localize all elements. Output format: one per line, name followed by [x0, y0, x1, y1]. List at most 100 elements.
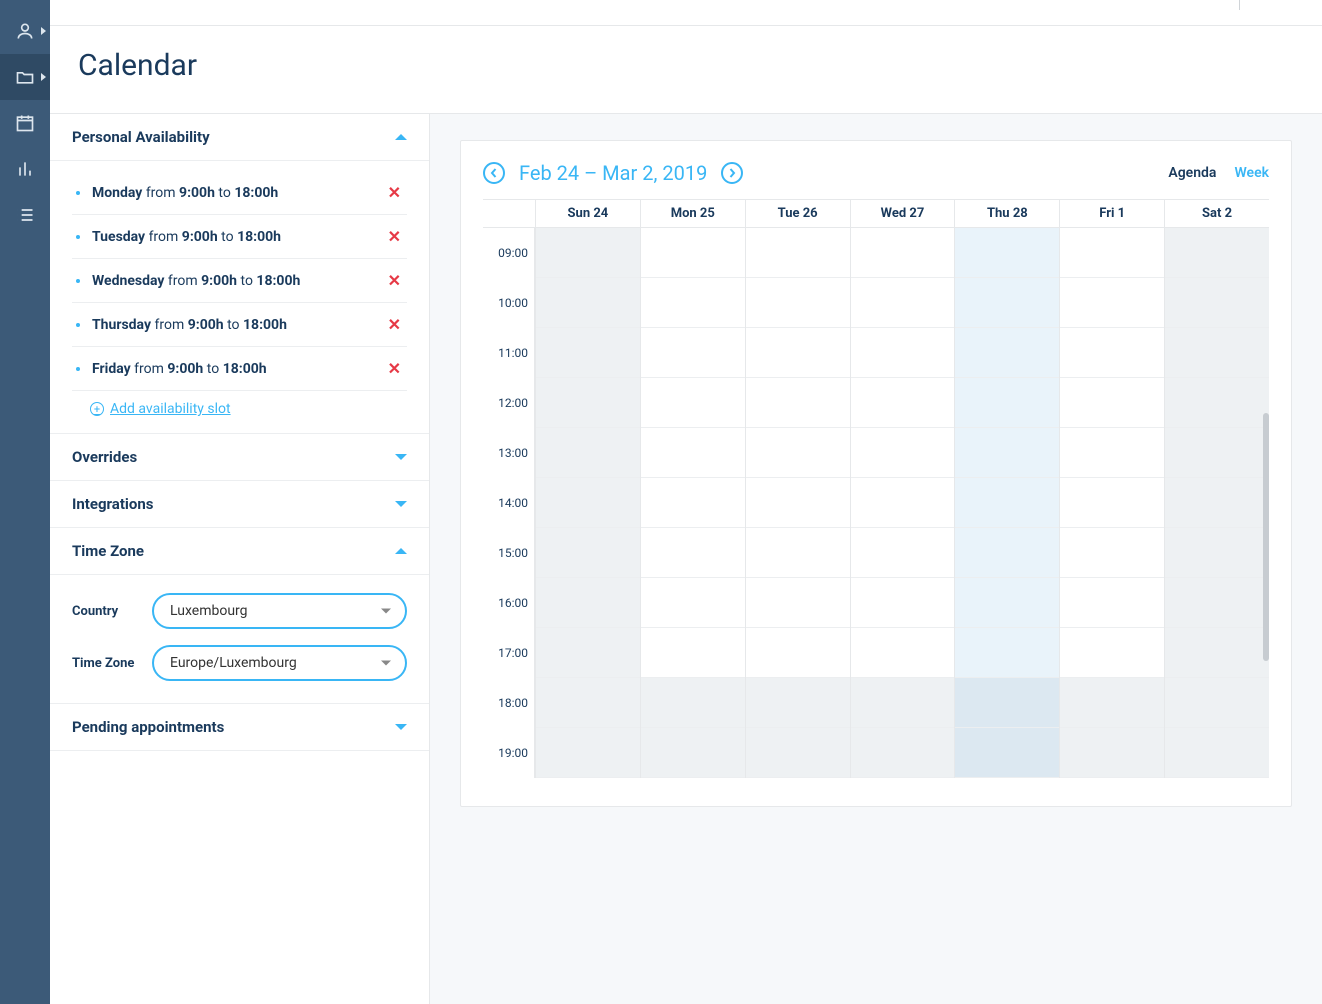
calendar-slot[interactable] — [1165, 228, 1269, 278]
calendar-slot[interactable] — [1165, 728, 1269, 778]
calendar-slot[interactable] — [955, 678, 1059, 728]
calendar-slot[interactable] — [955, 578, 1059, 628]
calendar-slot[interactable] — [641, 728, 745, 778]
calendar-slot[interactable] — [1165, 628, 1269, 678]
calendar-slot[interactable] — [851, 378, 955, 428]
calendar-slot[interactable] — [1165, 278, 1269, 328]
calendar-slot[interactable] — [1165, 578, 1269, 628]
calendar-slot[interactable] — [641, 578, 745, 628]
calendar-slot[interactable] — [1060, 678, 1164, 728]
calendar-slot[interactable] — [1060, 578, 1164, 628]
calendar-slot[interactable] — [851, 578, 955, 628]
calendar-slot[interactable] — [746, 478, 850, 528]
calendar-slot[interactable] — [851, 628, 955, 678]
calendar-slot[interactable] — [1060, 428, 1164, 478]
prev-week-button[interactable] — [483, 162, 505, 184]
calendar-slot[interactable] — [641, 328, 745, 378]
calendar-slot[interactable] — [746, 528, 850, 578]
calendar-slot[interactable] — [1165, 328, 1269, 378]
delete-slot-button[interactable]: ✕ — [382, 315, 407, 334]
calendar-slot[interactable] — [955, 528, 1059, 578]
calendar-slot[interactable] — [641, 428, 745, 478]
calendar-slot[interactable] — [536, 728, 640, 778]
calendar-slot[interactable] — [536, 478, 640, 528]
calendar-slot[interactable] — [1165, 528, 1269, 578]
calendar-slot[interactable] — [851, 728, 955, 778]
calendar-slot[interactable] — [1165, 678, 1269, 728]
nav-profile[interactable] — [0, 8, 50, 54]
calendar-slot[interactable] — [536, 278, 640, 328]
overrides-header[interactable]: Overrides — [50, 434, 429, 481]
calendar-slot[interactable] — [1060, 628, 1164, 678]
calendar-slot[interactable] — [536, 228, 640, 278]
calendar-slot[interactable] — [746, 628, 850, 678]
calendar-slot[interactable] — [955, 328, 1059, 378]
calendar-slot[interactable] — [1060, 478, 1164, 528]
calendar-slot[interactable] — [746, 328, 850, 378]
calendar-slot[interactable] — [851, 328, 955, 378]
delete-slot-button[interactable]: ✕ — [382, 271, 407, 290]
calendar-slot[interactable] — [746, 228, 850, 278]
calendar-slot[interactable] — [1165, 478, 1269, 528]
timezone-header[interactable]: Time Zone — [50, 528, 429, 575]
availability-header[interactable]: Personal Availability — [50, 114, 429, 161]
delete-slot-button[interactable]: ✕ — [382, 183, 407, 202]
calendar-slot[interactable] — [1060, 278, 1164, 328]
nav-calendar[interactable] — [0, 100, 50, 146]
calendar-slot[interactable] — [851, 478, 955, 528]
calendar-slot[interactable] — [746, 728, 850, 778]
calendar-slot[interactable] — [536, 578, 640, 628]
next-week-button[interactable] — [721, 162, 743, 184]
calendar-slot[interactable] — [641, 278, 745, 328]
pending-header[interactable]: Pending appointments — [50, 704, 429, 751]
calendar-slot[interactable] — [851, 528, 955, 578]
calendar-slot[interactable] — [955, 628, 1059, 678]
timezone-select[interactable]: Europe/Luxembourg — [152, 645, 407, 681]
delete-slot-button[interactable]: ✕ — [382, 359, 407, 378]
calendar-slot[interactable] — [1060, 328, 1164, 378]
calendar-slot[interactable] — [536, 628, 640, 678]
delete-slot-button[interactable]: ✕ — [382, 227, 407, 246]
add-availability-link[interactable]: + Add availability slot — [90, 401, 407, 417]
calendar-slot[interactable] — [955, 228, 1059, 278]
calendar-slot[interactable] — [536, 678, 640, 728]
calendar-slot[interactable] — [746, 578, 850, 628]
calendar-slot[interactable] — [1060, 528, 1164, 578]
calendar-slot[interactable] — [851, 278, 955, 328]
view-week[interactable]: Week — [1234, 165, 1269, 181]
calendar-slot[interactable] — [641, 478, 745, 528]
calendar-slot[interactable] — [955, 278, 1059, 328]
calendar-slot[interactable] — [851, 228, 955, 278]
calendar-slot[interactable] — [536, 428, 640, 478]
calendar-slot[interactable] — [746, 378, 850, 428]
calendar-slot[interactable] — [746, 278, 850, 328]
calendar-slot[interactable] — [641, 628, 745, 678]
calendar-slot[interactable] — [955, 728, 1059, 778]
calendar-slot[interactable] — [746, 428, 850, 478]
calendar-slot[interactable] — [1165, 428, 1269, 478]
calendar-slot[interactable] — [641, 228, 745, 278]
calendar-slot[interactable] — [641, 678, 745, 728]
calendar-slot[interactable] — [536, 378, 640, 428]
calendar-slot[interactable] — [851, 428, 955, 478]
nav-analytics[interactable] — [0, 146, 50, 192]
country-select[interactable]: Luxembourg — [152, 593, 407, 629]
calendar-slot[interactable] — [1060, 378, 1164, 428]
calendar-slot[interactable] — [536, 328, 640, 378]
calendar-slot[interactable] — [641, 378, 745, 428]
scrollbar-thumb[interactable] — [1263, 413, 1269, 661]
calendar-slot[interactable] — [536, 528, 640, 578]
calendar-slot[interactable] — [1060, 228, 1164, 278]
calendar-slot[interactable] — [955, 378, 1059, 428]
calendar-slot[interactable] — [1165, 378, 1269, 428]
calendar-slot[interactable] — [641, 528, 745, 578]
calendar-slot[interactable] — [851, 678, 955, 728]
integrations-header[interactable]: Integrations — [50, 481, 429, 528]
calendar-slot[interactable] — [1060, 728, 1164, 778]
nav-folder[interactable] — [0, 54, 50, 100]
nav-list[interactable] — [0, 192, 50, 238]
calendar-slot[interactable] — [746, 678, 850, 728]
view-agenda[interactable]: Agenda — [1168, 165, 1216, 181]
calendar-slot[interactable] — [955, 428, 1059, 478]
calendar-slot[interactable] — [955, 478, 1059, 528]
